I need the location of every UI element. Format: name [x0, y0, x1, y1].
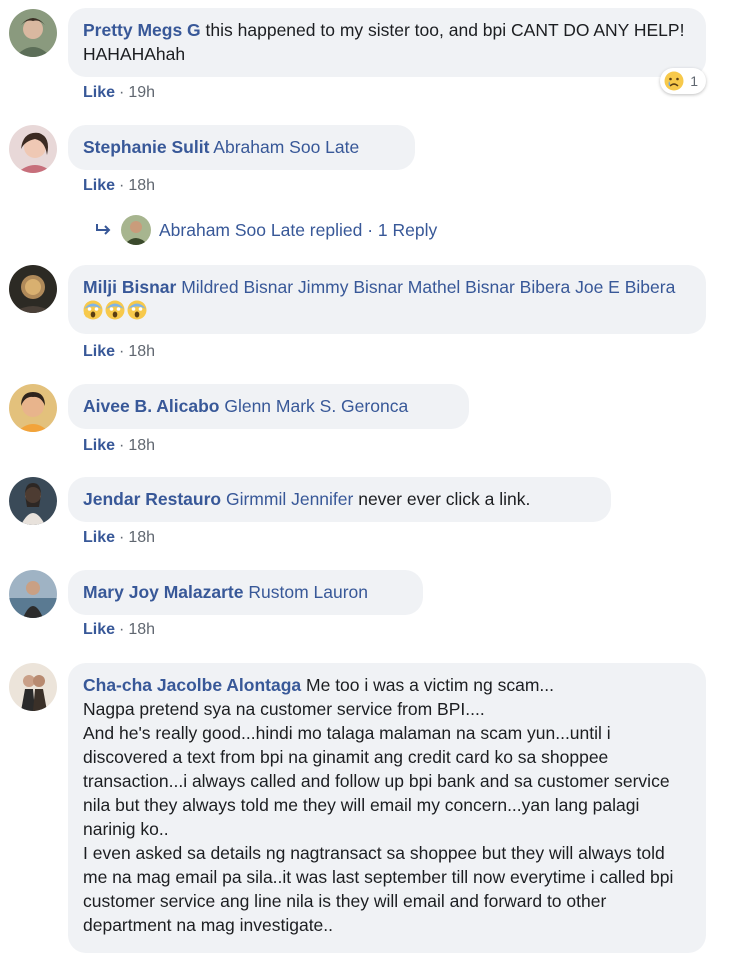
commenter-name[interactable]: Cha-cha Jacolbe Alontaga	[83, 675, 301, 695]
like-button[interactable]: Like	[83, 343, 115, 360]
tagged-user[interactable]: Abraham Soo Late	[209, 137, 359, 157]
comment-meta: Like · 18h	[83, 343, 155, 361]
separator: ·	[119, 343, 125, 360]
avatar	[121, 215, 151, 245]
separator: ·	[119, 84, 125, 101]
tagged-user[interactable]: Glenn Mark S. Geronca	[219, 396, 408, 416]
commenter-name[interactable]: Aivee B. Alicabo	[83, 396, 219, 416]
commenter-name[interactable]: Stephanie Sulit	[83, 137, 209, 157]
like-button[interactable]: Like	[83, 437, 115, 454]
timestamp[interactable]: 18h	[128, 621, 155, 638]
avatar[interactable]	[9, 570, 57, 618]
comment-bubble: Milji Bisnar Mildred Bisnar Jimmy Bisnar…	[68, 265, 706, 334]
commenter-name[interactable]: Milji Bisnar	[83, 277, 176, 297]
comment-text	[675, 277, 680, 297]
reaction-number: 1	[690, 73, 698, 89]
commenter-name[interactable]: Pretty Megs G	[83, 20, 201, 40]
reply-arrow-icon	[96, 224, 111, 235]
comment-bubble: Cha-cha Jacolbe Alontaga Me too i was a …	[68, 663, 706, 953]
avatar[interactable]	[9, 477, 57, 525]
reply-author: Abraham Soo Late	[159, 219, 305, 240]
comment-bubble: Stephanie Sulit Abraham Soo Late	[68, 125, 415, 170]
separator: ·	[119, 621, 125, 638]
comment-bubble: Jendar Restauro Girmmil Jennifer never e…	[68, 477, 611, 522]
tagged-user[interactable]: Girmmil Jennifer	[221, 489, 353, 509]
scream-face-icon	[127, 300, 147, 320]
timestamp[interactable]: 18h	[128, 529, 155, 546]
commenter-name[interactable]: Mary Joy Malazarte	[83, 582, 244, 602]
comment-meta: Like · 19h	[83, 84, 155, 102]
reaction-count[interactable]: 1	[660, 68, 706, 94]
view-replies-link[interactable]: Abraham Soo Late replied · 1 Reply	[95, 215, 437, 245]
separator: ·	[362, 219, 378, 240]
avatar[interactable]	[9, 663, 57, 711]
timestamp[interactable]: 18h	[128, 437, 155, 454]
separator: ·	[119, 529, 125, 546]
separator: ·	[119, 437, 125, 454]
timestamp[interactable]: 18h	[128, 177, 155, 194]
like-button[interactable]: Like	[83, 621, 115, 638]
comment-meta: Like · 18h	[83, 529, 155, 547]
comment-text: never ever click a link.	[353, 489, 531, 509]
comment-meta: Like · 18h	[83, 177, 155, 195]
commenter-name[interactable]: Jendar Restauro	[83, 489, 221, 509]
separator: ·	[119, 177, 125, 194]
like-button[interactable]: Like	[83, 84, 115, 101]
timestamp[interactable]: 18h	[128, 343, 155, 360]
avatar[interactable]	[9, 9, 57, 57]
scream-face-icon	[105, 300, 125, 320]
avatar[interactable]	[9, 384, 57, 432]
reply-summary[interactable]: Abraham Soo Late replied · 1 Reply	[159, 220, 437, 241]
tagged-user[interactable]: Rustom Lauron	[244, 582, 368, 602]
sad-face-icon	[664, 71, 684, 91]
comment-text: Me too i was a victim ng scam... Nagpa p…	[83, 675, 674, 935]
reply-label: replied	[304, 219, 363, 240]
avatar[interactable]	[9, 125, 57, 173]
avatar[interactable]	[9, 265, 57, 313]
like-button[interactable]: Like	[83, 529, 115, 546]
like-button[interactable]: Like	[83, 177, 115, 194]
comment-meta: Like · 18h	[83, 437, 155, 455]
reply-count: 1 Reply	[377, 219, 438, 240]
comment-meta: Like · 18h	[83, 621, 155, 639]
comment-bubble: Mary Joy Malazarte Rustom Lauron	[68, 570, 423, 615]
timestamp[interactable]: 19h	[128, 84, 155, 101]
tagged-user[interactable]: Mildred Bisnar Jimmy Bisnar Mathel Bisna…	[176, 277, 675, 297]
comment-bubble: Aivee B. Alicabo Glenn Mark S. Geronca	[68, 384, 469, 429]
scream-face-icon	[83, 300, 103, 320]
comment-bubble: Pretty Megs G this happened to my sister…	[68, 8, 706, 77]
